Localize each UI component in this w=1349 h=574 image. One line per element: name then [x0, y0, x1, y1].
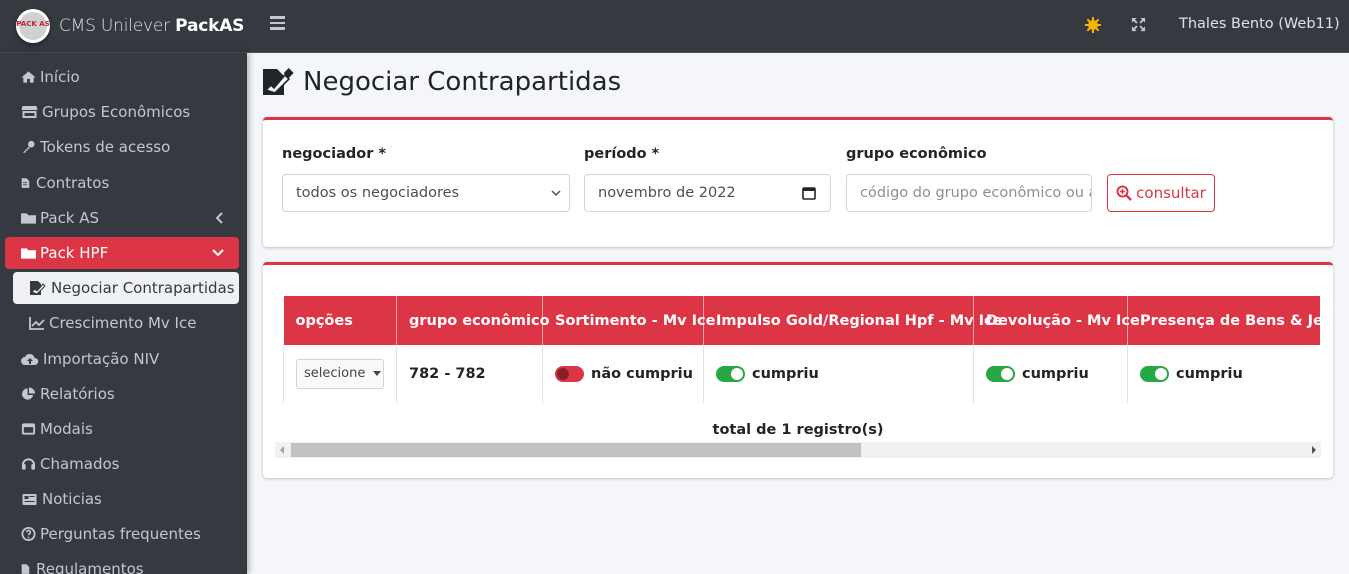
options-dropdown[interactable]: selecione — [296, 358, 384, 389]
home-icon — [21, 71, 36, 83]
header-devolucao[interactable]: Devolução - Mv Ice — [973, 296, 1140, 345]
brand-name: CMS Unilever PackAS — [59, 16, 245, 36]
devolucao-status: cumpriu — [1022, 365, 1089, 382]
sidebar-item-label: Regulamentos — [36, 560, 144, 574]
file-signature-icon — [30, 281, 46, 295]
sidebar-item-label: Perguntas frequentes — [40, 525, 201, 543]
sidebar-item-label: Relatórios — [40, 385, 115, 403]
question-circle-icon — [21, 527, 36, 541]
theme-toggle-icon[interactable] — [1085, 17, 1101, 33]
sidebar-item-label: Início — [40, 68, 80, 86]
table-row: selecione 782 - 782 não cumpriu cumpriu … — [283, 345, 1320, 403]
devolucao-toggle[interactable] — [986, 365, 1015, 382]
chart-line-icon — [29, 317, 45, 330]
sidebar-item-grupos[interactable]: Grupos Econômicos — [5, 96, 239, 128]
file-signature-icon — [263, 68, 294, 95]
main-content: Negociar Contrapartidas negociador * tod… — [247, 53, 1349, 574]
sortimento-toggle[interactable] — [555, 365, 584, 382]
filter-card: negociador * todos os negociadores perío… — [263, 117, 1333, 247]
header-grupo[interactable]: grupo econômico — [396, 296, 550, 345]
sidebar-item-label: Pack AS — [40, 209, 100, 227]
impulso-status: cumpriu — [752, 365, 819, 382]
sidebar-item-contratos[interactable]: Contratos — [5, 167, 239, 199]
sidebar-item-negociar-contrapartidas[interactable]: Negociar Contrapartidas — [13, 272, 239, 304]
headset-icon — [21, 458, 36, 470]
scroll-left-icon[interactable] — [280, 446, 284, 454]
sidebar-item-label: Negociar Contrapartidas — [51, 279, 235, 297]
sidebar-item-label: Noticias — [42, 490, 102, 508]
sidebar-item-label: Crescimento Mv Ice — [49, 314, 197, 332]
calendar-icon[interactable] — [802, 186, 816, 200]
window-icon — [21, 423, 36, 435]
sidebar-item-pack-as[interactable]: Pack AS — [5, 202, 239, 234]
results-card: opções grupo econômico Sortimento - Mv I… — [263, 262, 1333, 478]
file-icon — [21, 564, 30, 574]
top-navbar: PACK AS CMS Unilever PackAS Thales Bento… — [0, 0, 1349, 53]
sidebar-item-inicio[interactable]: Início — [5, 61, 239, 93]
grupo-cell: 782 - 782 — [396, 345, 543, 403]
sidebar-item-regulamentos[interactable]: Regulamentos — [5, 553, 239, 574]
scrollbar-thumb[interactable] — [291, 443, 861, 457]
header-sortimento[interactable]: Sortimento - Mv Ice — [542, 296, 715, 345]
chevron-down-icon — [212, 249, 224, 257]
sidebar-item-relatorios[interactable]: Relatórios — [5, 378, 239, 410]
sidebar-item-label: Tokens de acesso — [40, 138, 171, 156]
negociador-label: negociador * — [282, 146, 386, 162]
menu-toggle-icon[interactable] — [270, 16, 285, 30]
chart-pie-icon — [22, 387, 36, 400]
results-table-wrapper: opções grupo econômico Sortimento - Mv I… — [283, 296, 1320, 403]
results-table: opções grupo econômico Sortimento - Mv I… — [283, 296, 1320, 403]
periodo-month-input[interactable]: novembro de 2022 — [584, 174, 831, 212]
header-presenca[interactable]: Presença de Bens & Jerry — [1127, 296, 1320, 345]
scroll-right-icon[interactable] — [1312, 446, 1316, 454]
fullscreen-icon[interactable] — [1131, 17, 1146, 32]
sidebar-item-importacao[interactable]: Importação NIV — [5, 343, 239, 375]
sidebar-item-noticias[interactable]: Noticias — [5, 483, 239, 515]
sidebar: Início Grupos Econômicos Tokens de acess… — [0, 53, 247, 574]
caret-down-icon — [373, 371, 382, 377]
total-records: total de 1 registro(s) — [712, 422, 884, 438]
sidebar-item-label: Grupos Econômicos — [42, 103, 191, 121]
chevron-left-icon — [216, 212, 223, 224]
horizontal-scrollbar[interactable] — [275, 442, 1321, 458]
key-icon — [22, 140, 35, 153]
header-opcoes[interactable]: opções — [283, 296, 397, 345]
sidebar-item-crescimento[interactable]: Crescimento Mv Ice — [5, 307, 239, 339]
sidebar-item-modais[interactable]: Modais — [5, 413, 239, 445]
table-header-row: opções grupo econômico Sortimento - Mv I… — [283, 296, 1320, 345]
newspaper-icon — [22, 494, 37, 505]
store-icon — [21, 106, 38, 118]
sidebar-item-label: Importação NIV — [43, 350, 160, 368]
sidebar-item-pack-hpf[interactable]: Pack HPF — [5, 237, 239, 269]
sortimento-status: não cumpriu — [591, 365, 693, 382]
sidebar-item-chamados[interactable]: Chamados — [5, 448, 239, 480]
chevron-down-icon — [551, 190, 561, 197]
negociador-select[interactable]: todos os negociadores — [282, 174, 570, 212]
presenca-status: cumpriu — [1176, 365, 1243, 382]
sidebar-item-label: Contratos — [36, 174, 110, 192]
sidebar-item-label: Modais — [40, 420, 93, 438]
grupo-search-input[interactable]: código do grupo econômico ou a — [846, 174, 1092, 212]
consultar-button[interactable]: consultar — [1107, 174, 1215, 212]
sidebar-item-label: Chamados — [40, 455, 120, 473]
file-contract-icon — [21, 178, 30, 188]
brand-logo: PACK AS — [16, 9, 50, 43]
folder-open-icon — [21, 248, 36, 259]
sidebar-item-label: Pack HPF — [40, 244, 109, 262]
folder-icon — [21, 213, 36, 224]
user-menu[interactable]: Thales Bento (Web11) — [1179, 16, 1340, 32]
presenca-toggle[interactable] — [1140, 365, 1169, 382]
periodo-label: período * — [584, 146, 660, 162]
page-title: Negociar Contrapartidas — [262, 67, 621, 97]
impulso-toggle[interactable] — [716, 365, 745, 382]
header-impulso[interactable]: Impulso Gold/Regional Hpf - Mv Ice — [703, 296, 1002, 345]
brand-link[interactable]: PACK AS CMS Unilever PackAS — [0, 0, 247, 53]
grupo-label: grupo econômico — [846, 146, 987, 162]
sidebar-item-tokens[interactable]: Tokens de acesso — [5, 131, 239, 163]
search-plus-icon — [1116, 185, 1133, 201]
cloud-upload-icon — [21, 353, 39, 365]
sidebar-item-perguntas[interactable]: Perguntas frequentes — [5, 518, 239, 550]
